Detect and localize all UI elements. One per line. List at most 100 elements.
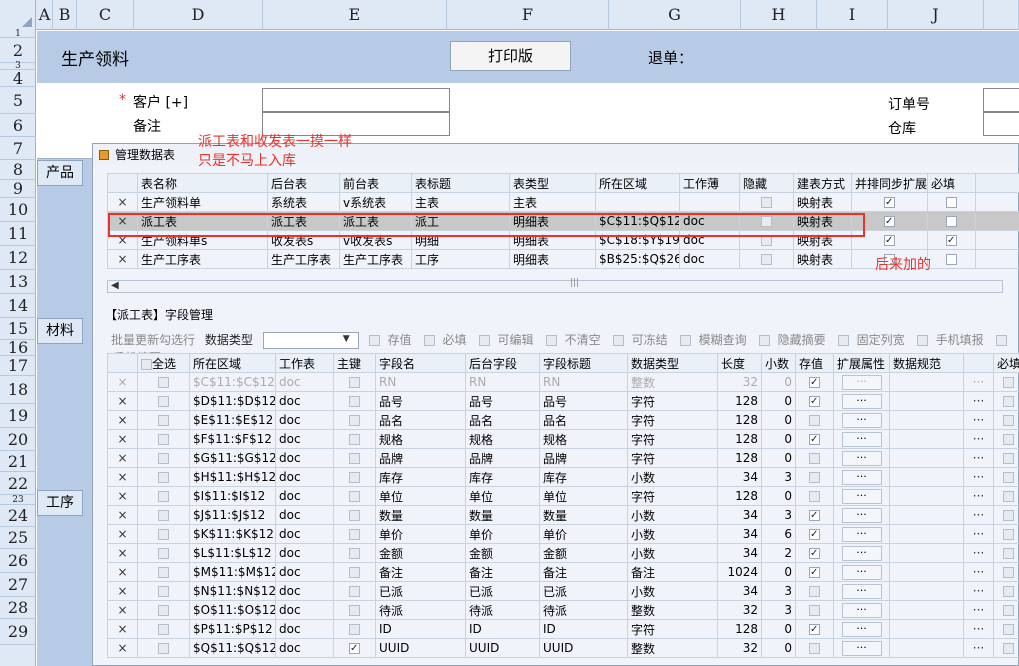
customer-input[interactable] [262,88,450,112]
cell-required[interactable] [993,543,1019,563]
ext-attr-button[interactable]: ··· [841,394,882,409]
cell-pk[interactable] [333,486,376,506]
store-checkbox[interactable] [809,472,820,483]
cell-sheet[interactable]: doc [275,505,334,525]
field-row[interactable]: × $H$11:$H$12 doc 库存 库存 库存 小数 34 3 ··· ··· [107,467,1019,487]
hidden-checkbox[interactable] [761,197,772,208]
cell-range[interactable]: $F$11:$F$12 [189,429,276,449]
row-select-checkbox[interactable] [158,567,169,578]
cell-range[interactable]: $J$11:$J$12 [189,505,276,525]
cell-sheet[interactable]: doc [275,524,334,544]
cell-range[interactable]: $N$11:$N$12 [189,581,276,601]
cell-spec[interactable] [889,410,964,430]
cell-length[interactable]: 34 [717,543,762,563]
cell-spec[interactable] [889,467,964,487]
pk-checkbox[interactable] [349,453,360,464]
warehouse-input[interactable] [983,112,1019,136]
required-checkbox[interactable] [1003,377,1014,388]
spec-more-button[interactable]: ··· [963,581,994,601]
spec-more-button[interactable]: ··· [963,391,994,411]
cell-length[interactable]: 128 [717,391,762,411]
table-list-header[interactable]: 表名称 [137,173,268,193]
field-row[interactable]: × $N$11:$N$12 doc 已派 已派 已派 小数 34 3 ··· ··· [107,581,1019,601]
field-header[interactable]: 数据规范 [889,353,964,373]
sync-checkbox[interactable] [884,197,895,208]
spec-more-button[interactable]: ··· [963,410,994,430]
print-button[interactable]: 打印版 [450,41,571,71]
cell-select[interactable] [137,581,190,601]
cell-decimal[interactable]: 3 [761,467,796,487]
option-1-checkbox[interactable]: 必填 [423,333,473,347]
ext-attr-button[interactable]: ··· [841,565,882,580]
cell-store[interactable] [795,638,834,658]
cell-select[interactable] [137,505,190,525]
cell-name[interactable]: 品号 [375,391,466,411]
cell-title[interactable]: 规格 [539,429,628,449]
spec-more-button[interactable]: ··· [963,372,994,392]
cell-decimal[interactable]: 0 [761,619,796,639]
cell-name[interactable]: 生产工序表 [137,249,268,269]
field-header[interactable] [963,353,994,373]
required-checkbox[interactable] [1003,529,1014,540]
cell-type[interactable]: 字符 [627,448,718,468]
cell-type[interactable]: 字符 [627,410,718,430]
sync-checkbox[interactable] [884,235,895,246]
ext-attr-button[interactable]: ··· [841,546,882,561]
cell-required[interactable] [993,638,1019,658]
cell-sheet[interactable]: doc [275,562,334,582]
row-select-checkbox[interactable] [158,548,169,559]
row-header-7[interactable]: 7 [0,137,36,160]
cell-select[interactable] [137,619,190,639]
cell-length[interactable]: 34 [717,581,762,601]
store-checkbox[interactable] [809,624,820,635]
cell-type[interactable]: 字符 [627,486,718,506]
cell-ext[interactable]: ··· [833,524,890,544]
required-checkbox[interactable] [1003,453,1014,464]
pk-checkbox[interactable] [349,434,360,445]
field-row[interactable]: × $E$11:$E$12 doc 品名 品名 品名 字符 128 0 ··· ··· [107,410,1019,430]
cell-select[interactable] [137,486,190,506]
cell-back[interactable]: 品牌 [465,448,540,468]
cell-front[interactable]: v系统表 [339,192,412,212]
cell-store[interactable] [795,562,834,582]
delete-row-icon[interactable]: × [107,619,138,639]
cell-ext[interactable]: ··· [833,600,890,620]
required-checkbox[interactable] [1003,624,1014,635]
spec-more-button[interactable]: ··· [963,467,994,487]
delete-row-icon[interactable]: × [107,638,138,658]
table-list-header[interactable]: 表类型 [509,173,596,193]
delete-row-icon[interactable]: × [107,192,138,212]
select-all-corner[interactable] [0,0,36,30]
pk-checkbox[interactable] [349,377,360,388]
ext-attr-button[interactable]: ··· [841,641,882,656]
option-checkbox[interactable] [758,335,770,346]
cell-type[interactable]: 明细表 [509,249,596,269]
row-select-checkbox[interactable] [158,624,169,635]
cell-range[interactable]: $C$11:$C$12 [189,372,276,392]
cell-spec[interactable] [889,562,964,582]
cell-back[interactable]: 品号 [465,391,540,411]
option-checkbox[interactable] [612,335,624,346]
cell-type[interactable]: 整数 [627,638,718,658]
row-select-checkbox[interactable] [158,434,169,445]
pk-checkbox[interactable] [349,510,360,521]
required-checkbox[interactable] [1003,567,1014,578]
cell-type[interactable]: 整数 [627,372,718,392]
ext-attr-button[interactable]: ··· [841,508,882,523]
cell-sheet[interactable]: doc [275,467,334,487]
delete-row-icon[interactable]: × [107,249,138,269]
cell-ext[interactable]: ··· [833,619,890,639]
cell-sheet[interactable]: doc [275,448,334,468]
cell-pk[interactable] [333,448,376,468]
table-list-header[interactable]: 必填 [927,173,976,193]
store-checkbox[interactable] [809,434,820,445]
table-list-header[interactable]: 隐藏 [739,173,794,193]
cell-spec[interactable] [889,429,964,449]
required-checkbox[interactable] [1003,472,1014,483]
option-0-checkbox[interactable]: 存值 [368,333,418,347]
row-select-checkbox[interactable] [158,586,169,597]
row-header-13[interactable]: 13 [0,270,36,294]
cell-select[interactable] [137,410,190,430]
cell-ext[interactable]: ··· [833,505,890,525]
cell-ext[interactable]: ··· [833,543,890,563]
